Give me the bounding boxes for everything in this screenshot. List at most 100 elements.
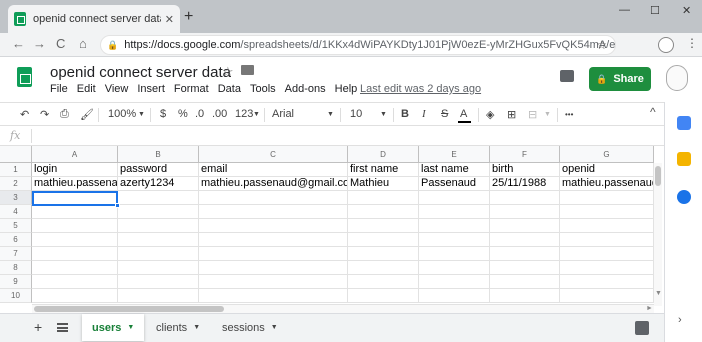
cell-g5[interactable] bbox=[560, 219, 654, 233]
comment-history-icon[interactable] bbox=[560, 70, 574, 82]
cell-g2[interactable]: mathieu.passenaud bbox=[560, 177, 654, 191]
chevron-down-icon[interactable]: ▼ bbox=[193, 324, 200, 331]
browser-tab[interactable]: openid connect server data - Go ✕ bbox=[8, 5, 180, 33]
redo-icon[interactable]: ↷ bbox=[40, 108, 49, 121]
paint-format-icon[interactable]: 🖌 bbox=[80, 108, 94, 121]
cell-d8[interactable] bbox=[348, 261, 419, 275]
cell-a2[interactable]: mathieu.passenaud bbox=[32, 177, 118, 191]
menu-file[interactable]: File bbox=[50, 83, 68, 95]
row-header[interactable]: 10 bbox=[0, 289, 32, 303]
cell-f4[interactable] bbox=[490, 205, 560, 219]
vertical-scroll-thumb[interactable] bbox=[655, 166, 661, 186]
add-sheet-button[interactable]: + bbox=[34, 319, 42, 335]
decrease-decimal-button[interactable]: .0 bbox=[195, 108, 204, 120]
font-select[interactable]: Arial bbox=[272, 108, 294, 120]
cell-b9[interactable] bbox=[118, 275, 199, 289]
cell-g3[interactable] bbox=[560, 191, 654, 205]
chevron-down-icon[interactable]: ▼ bbox=[544, 111, 551, 118]
chevron-down-icon[interactable]: ▼ bbox=[138, 111, 145, 118]
horizontal-scroll-thumb[interactable] bbox=[34, 306, 224, 312]
cell-e7[interactable] bbox=[419, 247, 490, 261]
last-edit-link[interactable]: Last edit was 2 days ago bbox=[360, 83, 481, 95]
chevron-down-icon[interactable]: ▼ bbox=[380, 111, 387, 118]
cell-d4[interactable] bbox=[348, 205, 419, 219]
cell-b7[interactable] bbox=[118, 247, 199, 261]
selected-cell-a3[interactable] bbox=[32, 191, 118, 206]
share-button[interactable]: 🔒 Share bbox=[589, 67, 651, 91]
cell-e1[interactable]: last name bbox=[419, 163, 490, 177]
sheet-tab-sessions[interactable]: sessions ▼ bbox=[212, 314, 288, 341]
print-icon[interactable]: ⎙ bbox=[60, 108, 69, 121]
calendar-icon[interactable] bbox=[677, 116, 691, 130]
italic-button[interactable]: I bbox=[422, 108, 426, 120]
fill-handle[interactable] bbox=[115, 203, 120, 208]
cell-g1[interactable]: openid bbox=[560, 163, 654, 177]
undo-icon[interactable]: ↶ bbox=[20, 108, 29, 121]
cell-b3[interactable] bbox=[118, 191, 199, 205]
minimize-icon[interactable]: — bbox=[619, 4, 630, 16]
cell-d7[interactable] bbox=[348, 247, 419, 261]
cell-c7[interactable] bbox=[199, 247, 348, 261]
borders-icon[interactable]: ⊞ bbox=[507, 108, 516, 121]
column-header-d[interactable]: D bbox=[348, 146, 419, 163]
zoom-select[interactable]: 100% bbox=[108, 108, 136, 120]
column-header-a[interactable]: A bbox=[32, 146, 118, 163]
cell-f1[interactable]: birth bbox=[490, 163, 560, 177]
row-header[interactable]: 4 bbox=[0, 205, 32, 219]
cell-c4[interactable] bbox=[199, 205, 348, 219]
cell-e5[interactable] bbox=[419, 219, 490, 233]
cell-c1[interactable]: email bbox=[199, 163, 348, 177]
more-toolbar-button[interactable]: ••• bbox=[565, 110, 573, 119]
cell-f9[interactable] bbox=[490, 275, 560, 289]
increase-decimal-button[interactable]: .00 bbox=[212, 108, 227, 120]
currency-format-button[interactable]: $ bbox=[160, 108, 166, 120]
formula-bar[interactable]: fx bbox=[0, 126, 664, 146]
row-header[interactable]: 5 bbox=[0, 219, 32, 233]
scroll-right-arrow-icon[interactable]: ► bbox=[646, 305, 653, 312]
cell-g9[interactable] bbox=[560, 275, 654, 289]
cell-f3[interactable] bbox=[490, 191, 560, 205]
sheet-tab-clients[interactable]: clients ▼ bbox=[146, 314, 210, 341]
star-icon[interactable]: ☆ bbox=[222, 64, 234, 80]
cell-c5[interactable] bbox=[199, 219, 348, 233]
keep-icon[interactable] bbox=[677, 152, 691, 166]
window-close-icon[interactable]: ✕ bbox=[682, 4, 691, 17]
bold-button[interactable]: B bbox=[401, 108, 409, 120]
profile-avatar[interactable] bbox=[658, 37, 674, 53]
cell-b1[interactable]: password bbox=[118, 163, 199, 177]
cell-d2[interactable]: Mathieu bbox=[348, 177, 419, 191]
cell-f5[interactable] bbox=[490, 219, 560, 233]
column-header-c[interactable]: C bbox=[199, 146, 348, 163]
menu-data[interactable]: Data bbox=[218, 83, 241, 95]
more-formats-button[interactable]: 123 bbox=[235, 108, 253, 120]
chevron-down-icon[interactable]: ▼ bbox=[271, 324, 278, 331]
font-size-select[interactable]: 10 bbox=[350, 108, 362, 120]
row-header[interactable]: 8 bbox=[0, 261, 32, 275]
cell-d9[interactable] bbox=[348, 275, 419, 289]
row-header[interactable]: 3 bbox=[0, 191, 32, 205]
column-header-f[interactable]: F bbox=[490, 146, 560, 163]
merge-cells-icon[interactable]: ⊟ bbox=[528, 108, 537, 121]
strikethrough-button[interactable]: S bbox=[441, 108, 448, 120]
cell-e6[interactable] bbox=[419, 233, 490, 247]
address-bar[interactable]: 🔒 https://docs.google.com/spreadsheets/d… bbox=[100, 35, 616, 55]
cell-f2[interactable]: 25/11/1988 bbox=[490, 177, 560, 191]
chevron-down-icon[interactable]: ▼ bbox=[327, 111, 334, 118]
expand-side-panel-icon[interactable]: › bbox=[678, 314, 682, 326]
chevron-down-icon[interactable]: ▼ bbox=[127, 324, 134, 331]
menu-tools[interactable]: Tools bbox=[250, 83, 276, 95]
explore-icon[interactable] bbox=[635, 321, 649, 335]
cell-c3[interactable] bbox=[199, 191, 348, 205]
row-header[interactable]: 7 bbox=[0, 247, 32, 261]
new-tab-button[interactable]: + bbox=[184, 8, 193, 26]
cell-a10[interactable] bbox=[32, 289, 118, 303]
cell-a4[interactable] bbox=[32, 205, 118, 219]
row-header[interactable]: 6 bbox=[0, 233, 32, 247]
cell-f7[interactable] bbox=[490, 247, 560, 261]
cell-g4[interactable] bbox=[560, 205, 654, 219]
row-header[interactable]: 9 bbox=[0, 275, 32, 289]
cell-a6[interactable] bbox=[32, 233, 118, 247]
cell-d5[interactable] bbox=[348, 219, 419, 233]
chevron-down-icon[interactable]: ▼ bbox=[253, 111, 260, 118]
spreadsheet-grid[interactable]: A B C D E F G 1 2 3 4 5 6 7 8 9 10 login… bbox=[0, 146, 664, 306]
